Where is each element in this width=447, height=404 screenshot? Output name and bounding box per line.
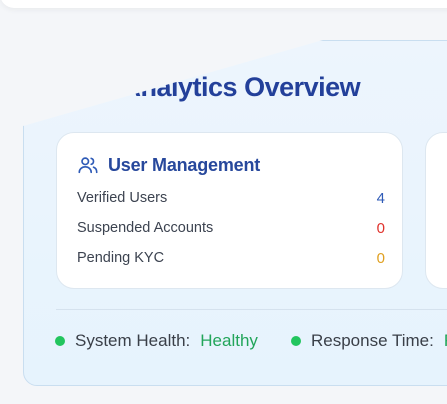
- stat-row-pending-kyc: Pending KYC 0: [77, 250, 385, 267]
- stat-row-suspended-accounts: Suspended Accounts 0: [77, 220, 385, 237]
- dashboard-stage: Platform Analytics Overview User Managem…: [0, 0, 447, 404]
- analytics-panel: Platform Analytics Overview User Managem…: [23, 40, 447, 386]
- divider: [56, 309, 447, 310]
- stat-value: 4: [376, 190, 385, 207]
- user-management-card: User Management Verified Users 4 Suspend…: [56, 132, 403, 289]
- stat-value: 0: [376, 220, 385, 237]
- status-label: Response Time:: [311, 331, 434, 350]
- status-value: Healthy: [200, 331, 258, 350]
- stat-row-verified-users: Verified Users 4: [77, 190, 385, 207]
- system-health-status: System Health: Healthy: [55, 331, 258, 351]
- top-card: [0, 0, 447, 8]
- response-time-status: Response Time: F: [291, 331, 447, 351]
- stat-value: 0: [376, 250, 385, 267]
- status-dot: [291, 336, 301, 346]
- next-card-partial: [425, 132, 447, 289]
- status-label: System Health:: [75, 331, 191, 350]
- stat-label: Verified Users: [77, 190, 168, 206]
- card-title: User Management: [108, 154, 261, 175]
- panel-title: Platform Analytics Overview: [10, 72, 361, 102]
- users-icon: [78, 157, 98, 174]
- stat-label: Pending KYC: [77, 250, 165, 266]
- status-dot: [55, 336, 65, 346]
- stat-label: Suspended Accounts: [77, 220, 214, 236]
- card-header: User Management: [77, 154, 260, 176]
